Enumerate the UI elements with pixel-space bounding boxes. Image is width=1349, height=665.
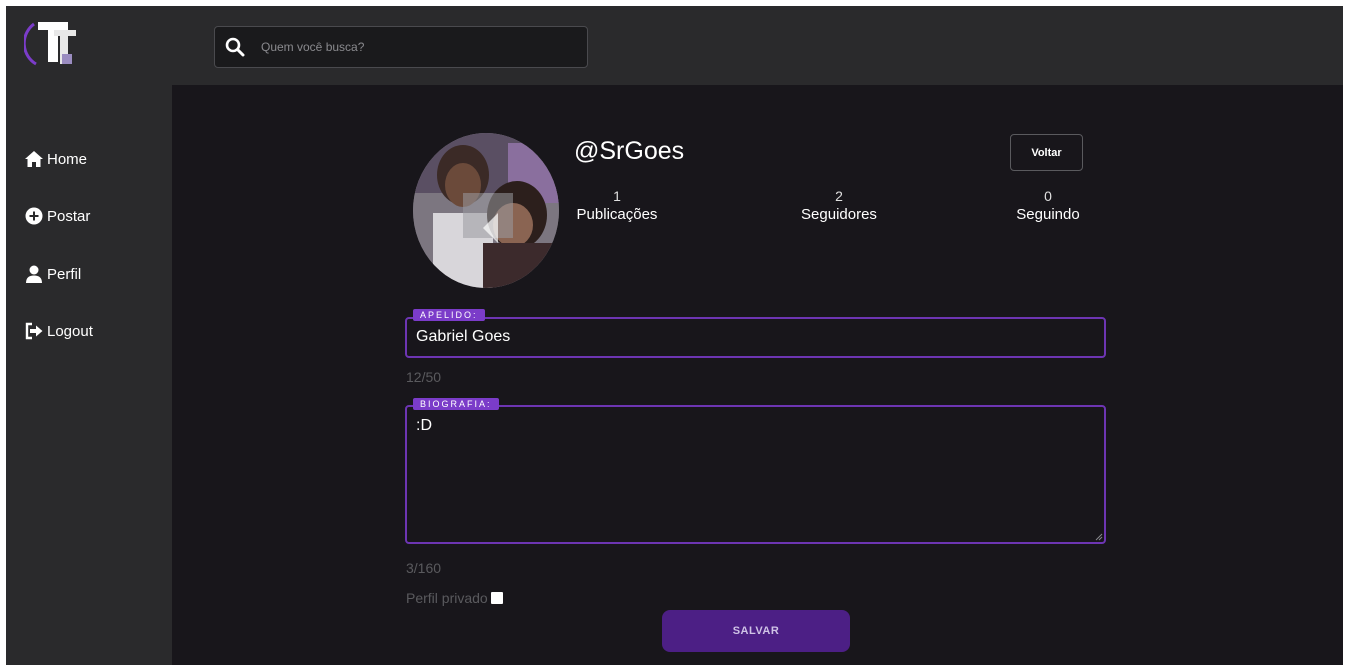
search-icon[interactable]: [225, 37, 245, 57]
sidebar-item-label: Perfil: [47, 265, 82, 283]
sidebar-item-home[interactable]: Home: [24, 146, 87, 172]
nickname-field[interactable]: [416, 326, 1096, 348]
top-bar: [6, 6, 1343, 85]
profile-avatar[interactable]: [413, 133, 559, 288]
stat-value: 2: [835, 188, 843, 204]
private-profile-row: Perfil privado: [406, 590, 503, 606]
stat-label: Seguindo: [1016, 206, 1080, 223]
sidebar-item-perfil[interactable]: Perfil: [24, 261, 81, 287]
nickname-legend: APELIDO:: [413, 309, 485, 321]
bio-counter: 3/160: [406, 560, 442, 576]
search-input[interactable]: [261, 35, 571, 59]
sidebar-item-label: Home: [47, 150, 88, 168]
stat-label: Publicações: [576, 206, 658, 223]
sidebar-item-label: Postar: [47, 207, 91, 225]
plus-circle-icon: [25, 207, 43, 225]
stat-value: 1: [613, 188, 621, 204]
sidebar-item-logout[interactable]: Logout: [24, 318, 93, 344]
sidebar: Home Postar Perfil Logout: [6, 85, 172, 665]
sidebar-item-label: Logout: [47, 322, 93, 340]
stat-followers[interactable]: 2 Seguidores: [794, 187, 884, 225]
bio-textarea[interactable]: :D: [416, 417, 1096, 535]
logout-icon: [25, 322, 43, 340]
app-window: Home Postar Perfil Logout: [6, 6, 1343, 665]
profile-username: @SrGoes: [574, 137, 685, 165]
stat-publications: 1 Publicações: [574, 187, 660, 225]
stat-value: 0: [1044, 188, 1052, 204]
private-profile-checkbox[interactable]: [490, 592, 503, 604]
back-button[interactable]: Voltar: [1010, 134, 1083, 171]
private-profile-label: Perfil privado: [406, 590, 488, 606]
bio-legend: BIOGRAFIA:: [413, 398, 499, 410]
tt-logo-icon[interactable]: [22, 16, 80, 72]
resize-handle-icon[interactable]: [1095, 533, 1103, 541]
nickname-counter: 12/50: [406, 369, 442, 385]
stat-following[interactable]: 0 Seguindo: [1010, 187, 1086, 225]
sidebar-item-postar[interactable]: Postar: [24, 203, 90, 229]
search-bar: [214, 26, 588, 68]
user-icon: [26, 265, 42, 283]
save-button[interactable]: SALVAR: [662, 610, 850, 652]
stat-label: Seguidores: [801, 206, 877, 223]
home-icon: [25, 151, 43, 167]
